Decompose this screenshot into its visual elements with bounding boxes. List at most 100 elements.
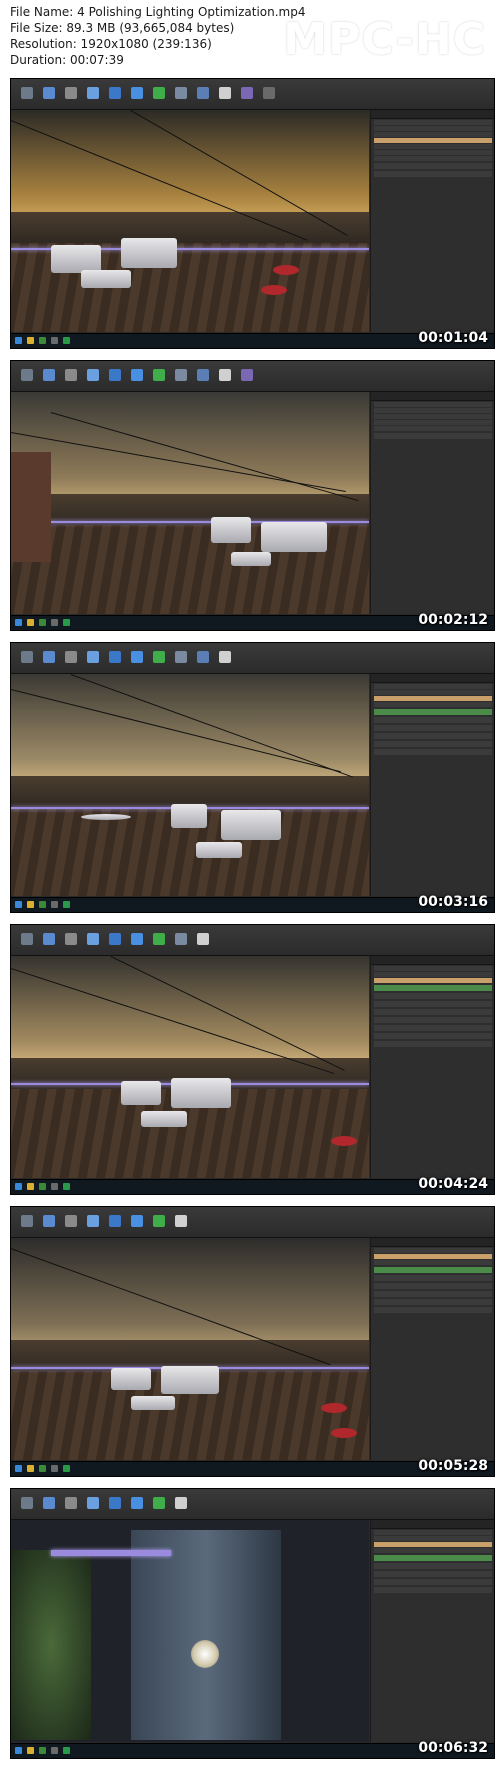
viewport[interactable]	[11, 392, 369, 614]
toolbar-icon[interactable]	[153, 87, 165, 99]
toolbar-icon[interactable]	[263, 87, 275, 99]
outliner-panel[interactable]	[370, 110, 494, 332]
outliner-panel[interactable]	[370, 392, 494, 614]
toolbar-icon[interactable]	[43, 1497, 55, 1509]
taskbar-icon[interactable]	[63, 1465, 70, 1472]
outliner-row[interactable]	[374, 1248, 492, 1253]
start-icon[interactable]	[15, 1747, 22, 1754]
play-icon[interactable]	[219, 87, 231, 99]
outliner-row[interactable]	[374, 414, 492, 419]
toolbar-icon[interactable]	[131, 1215, 143, 1227]
viewport[interactable]	[11, 1520, 369, 1742]
toolbar-icon[interactable]	[131, 933, 143, 945]
toolbar-icon[interactable]	[153, 651, 165, 663]
toolbar-icon[interactable]	[21, 369, 33, 381]
toolbar-icon[interactable]	[109, 1215, 121, 1227]
taskbar-icon[interactable]	[39, 1465, 46, 1472]
taskbar-icon[interactable]	[51, 901, 58, 908]
taskbar-icon[interactable]	[51, 1183, 58, 1190]
toolbar-icon[interactable]	[21, 1215, 33, 1227]
taskbar-icon[interactable]	[39, 337, 46, 344]
toolbar-icon[interactable]	[87, 369, 99, 381]
taskbar-icon[interactable]	[27, 337, 34, 344]
toolbar-icon[interactable]	[65, 1497, 77, 1509]
taskbar-icon[interactable]	[63, 1183, 70, 1190]
start-icon[interactable]	[15, 337, 22, 344]
taskbar-icon[interactable]	[63, 337, 70, 344]
toolbar-icon[interactable]	[21, 651, 33, 663]
outliner-row[interactable]	[374, 1536, 492, 1541]
outliner-row-selected[interactable]	[374, 978, 492, 983]
play-icon[interactable]	[197, 933, 209, 945]
toolbar-icon[interactable]	[87, 1497, 99, 1509]
outliner-row[interactable]	[374, 156, 492, 161]
start-icon[interactable]	[15, 1183, 22, 1190]
outliner-row[interactable]	[374, 966, 492, 971]
taskbar-icon[interactable]	[39, 1183, 46, 1190]
thumbnail-1[interactable]: 00:01:04	[10, 78, 495, 349]
outliner-row-selected[interactable]	[374, 1254, 492, 1259]
toolbar-icon[interactable]	[21, 933, 33, 945]
taskbar-icon[interactable]	[63, 619, 70, 626]
taskbar-icon[interactable]	[27, 619, 34, 626]
outliner-row[interactable]	[374, 972, 492, 977]
details-panel[interactable]	[370, 1520, 494, 1742]
outliner-row[interactable]	[374, 690, 492, 695]
toolbar-icon[interactable]	[131, 87, 143, 99]
toolbar-icon[interactable]	[241, 369, 253, 381]
outliner-row[interactable]	[374, 402, 492, 407]
thumbnail-5[interactable]: 00:05:28	[10, 1206, 495, 1477]
toolbar-icon[interactable]	[87, 87, 99, 99]
outliner-row[interactable]	[374, 1548, 492, 1553]
outliner-row-selected[interactable]	[374, 1542, 492, 1547]
thumbnail-3[interactable]: 00:03:16	[10, 642, 495, 913]
toolbar-icon[interactable]	[87, 1215, 99, 1227]
details-panel[interactable]	[370, 674, 494, 896]
thumbnail-4[interactable]: 00:04:24	[10, 924, 495, 1195]
toolbar-icon[interactable]	[43, 651, 55, 663]
outliner-row[interactable]	[374, 684, 492, 689]
toolbar-icon[interactable]	[65, 651, 77, 663]
start-icon[interactable]	[15, 619, 22, 626]
toolbar-icon[interactable]	[65, 87, 77, 99]
outliner-row[interactable]	[374, 132, 492, 137]
taskbar-icon[interactable]	[51, 1465, 58, 1472]
toolbar-icon[interactable]	[153, 369, 165, 381]
viewport[interactable]	[11, 674, 369, 896]
toolbar-icon[interactable]	[197, 651, 209, 663]
toolbar-icon[interactable]	[109, 369, 121, 381]
outliner-row[interactable]	[374, 420, 492, 425]
toolbar-icon[interactable]	[43, 87, 55, 99]
outliner-row[interactable]	[374, 702, 492, 707]
toolbar-icon[interactable]	[87, 933, 99, 945]
toolbar-icon[interactable]	[43, 369, 55, 381]
taskbar-icon[interactable]	[51, 337, 58, 344]
toolbar-icon[interactable]	[109, 1497, 121, 1509]
outliner-row[interactable]	[374, 1260, 492, 1265]
play-icon[interactable]	[219, 651, 231, 663]
outliner-row-selected[interactable]	[374, 138, 492, 143]
toolbar-icon[interactable]	[197, 87, 209, 99]
toolbar-icon[interactable]	[131, 651, 143, 663]
taskbar-icon[interactable]	[27, 1465, 34, 1472]
toolbar-icon[interactable]	[21, 1497, 33, 1509]
outliner-row[interactable]	[374, 120, 492, 125]
toolbar-icon[interactable]	[153, 1215, 165, 1227]
thumbnail-2[interactable]: 00:02:12	[10, 360, 495, 631]
taskbar-icon[interactable]	[51, 1747, 58, 1754]
toolbar-icon[interactable]	[131, 1497, 143, 1509]
toolbar-icon[interactable]	[153, 1497, 165, 1509]
toolbar-icon[interactable]	[241, 87, 253, 99]
toolbar-icon[interactable]	[109, 651, 121, 663]
toolbar-icon[interactable]	[175, 369, 187, 381]
details-panel[interactable]	[370, 956, 494, 1178]
details-panel[interactable]	[370, 1238, 494, 1460]
toolbar-icon[interactable]	[65, 933, 77, 945]
viewport[interactable]	[11, 110, 369, 332]
toolbar-icon[interactable]	[175, 933, 187, 945]
play-icon[interactable]	[175, 1497, 187, 1509]
start-icon[interactable]	[15, 901, 22, 908]
outliner-row[interactable]	[374, 126, 492, 131]
toolbar-icon[interactable]	[43, 1215, 55, 1227]
taskbar-icon[interactable]	[27, 1183, 34, 1190]
